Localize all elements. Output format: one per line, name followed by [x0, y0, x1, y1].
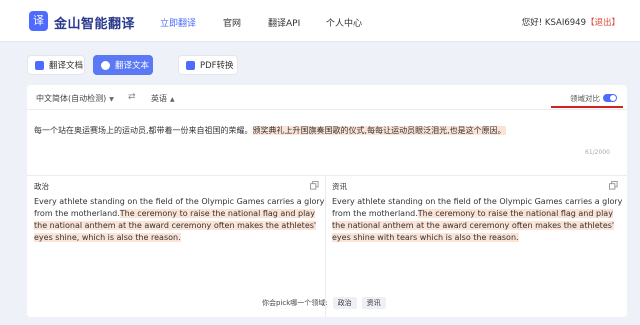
pick-option-politics[interactable]: 政治	[332, 297, 357, 309]
brand-name: 金山智能翻译	[54, 17, 136, 32]
domain-compare-label: 领域对比	[570, 94, 600, 103]
user-greeting: 您好! KSAI6949【退出】	[522, 16, 620, 28]
annotation-underline	[551, 106, 623, 108]
domain-pick-prompt: 你会pick哪一个领域: 政治 资讯	[262, 297, 386, 309]
nav-official-site[interactable]: 官网	[223, 16, 241, 29]
translation-panel: 中文简体(自动检测) ▼ ⇄ 英语 ▲ 领域对比 每一个站在奥运赛场上的运动员,都带…	[27, 85, 627, 317]
chevron-up-icon: ▲	[170, 96, 175, 103]
logo-icon: 译	[29, 11, 48, 31]
results-divider	[27, 175, 627, 176]
source-language-label: 中文简体(自动检测)	[36, 94, 107, 103]
source-text-input[interactable]: 每一个站在奥运赛场上的运动员,都带着一份来自祖国的荣耀。颁奖典礼上升国旗奏国歌的…	[34, 125, 506, 136]
logout-link[interactable]: 【退出】	[586, 18, 620, 28]
result-text-politics: Every athlete standing on the field of t…	[34, 196, 326, 244]
pick-option-news[interactable]: 资讯	[361, 297, 386, 309]
nav-personal-center[interactable]: 个人中心	[326, 16, 362, 29]
nav-translate-api[interactable]: 翻译API	[268, 16, 300, 29]
domain-compare-toggle[interactable]	[603, 94, 617, 102]
mode-label: 翻译文档	[49, 61, 84, 71]
mode-label: PDF转换	[200, 61, 234, 71]
domain-label-politics: 政治	[34, 182, 49, 191]
source-language-select[interactable]: 中文简体(自动检测) ▼	[36, 93, 114, 104]
swap-languages-icon[interactable]: ⇄	[128, 92, 136, 102]
result-text-news: Every athlete standing on the field of t…	[332, 196, 624, 244]
copy-icon[interactable]	[609, 181, 618, 190]
mode-pdf-convert-button[interactable]: PDF转换	[178, 55, 238, 75]
greeting-text: 您好! KSAI6949	[521, 18, 586, 28]
text-icon	[101, 61, 110, 70]
domain-label-news: 资讯	[332, 182, 347, 191]
document-icon	[35, 61, 44, 70]
mode-translate-text-button[interactable]: 翻译文本	[93, 55, 153, 75]
target-language-label: 英语	[151, 94, 167, 103]
source-text-plain: 每一个站在奥运赛场上的运动员,都带着一份来自祖国的荣耀。	[34, 126, 253, 135]
copy-icon[interactable]	[310, 181, 319, 190]
mode-label: 翻译文本	[115, 61, 150, 71]
top-header: 译 金山智能翻译 立即翻译 官网 翻译API 个人中心 您好! KSAI6949…	[0, 0, 640, 42]
chevron-down-icon: ▼	[109, 96, 114, 103]
pick-prompt-text: 你会pick哪一个领域:	[262, 299, 328, 307]
toolbar-divider	[27, 109, 627, 110]
target-language-select[interactable]: 英语 ▲	[151, 93, 175, 104]
nav-translate-now[interactable]: 立即翻译	[160, 16, 196, 29]
pdf-icon	[186, 61, 195, 70]
source-text-highlight: 颁奖典礼上升国旗奏国歌的仪式,每每让运动员眼泛泪光,也是这个原因。	[252, 126, 506, 135]
mode-translate-document-button[interactable]: 翻译文档	[27, 55, 85, 75]
char-counter: 61/2000	[585, 149, 610, 156]
